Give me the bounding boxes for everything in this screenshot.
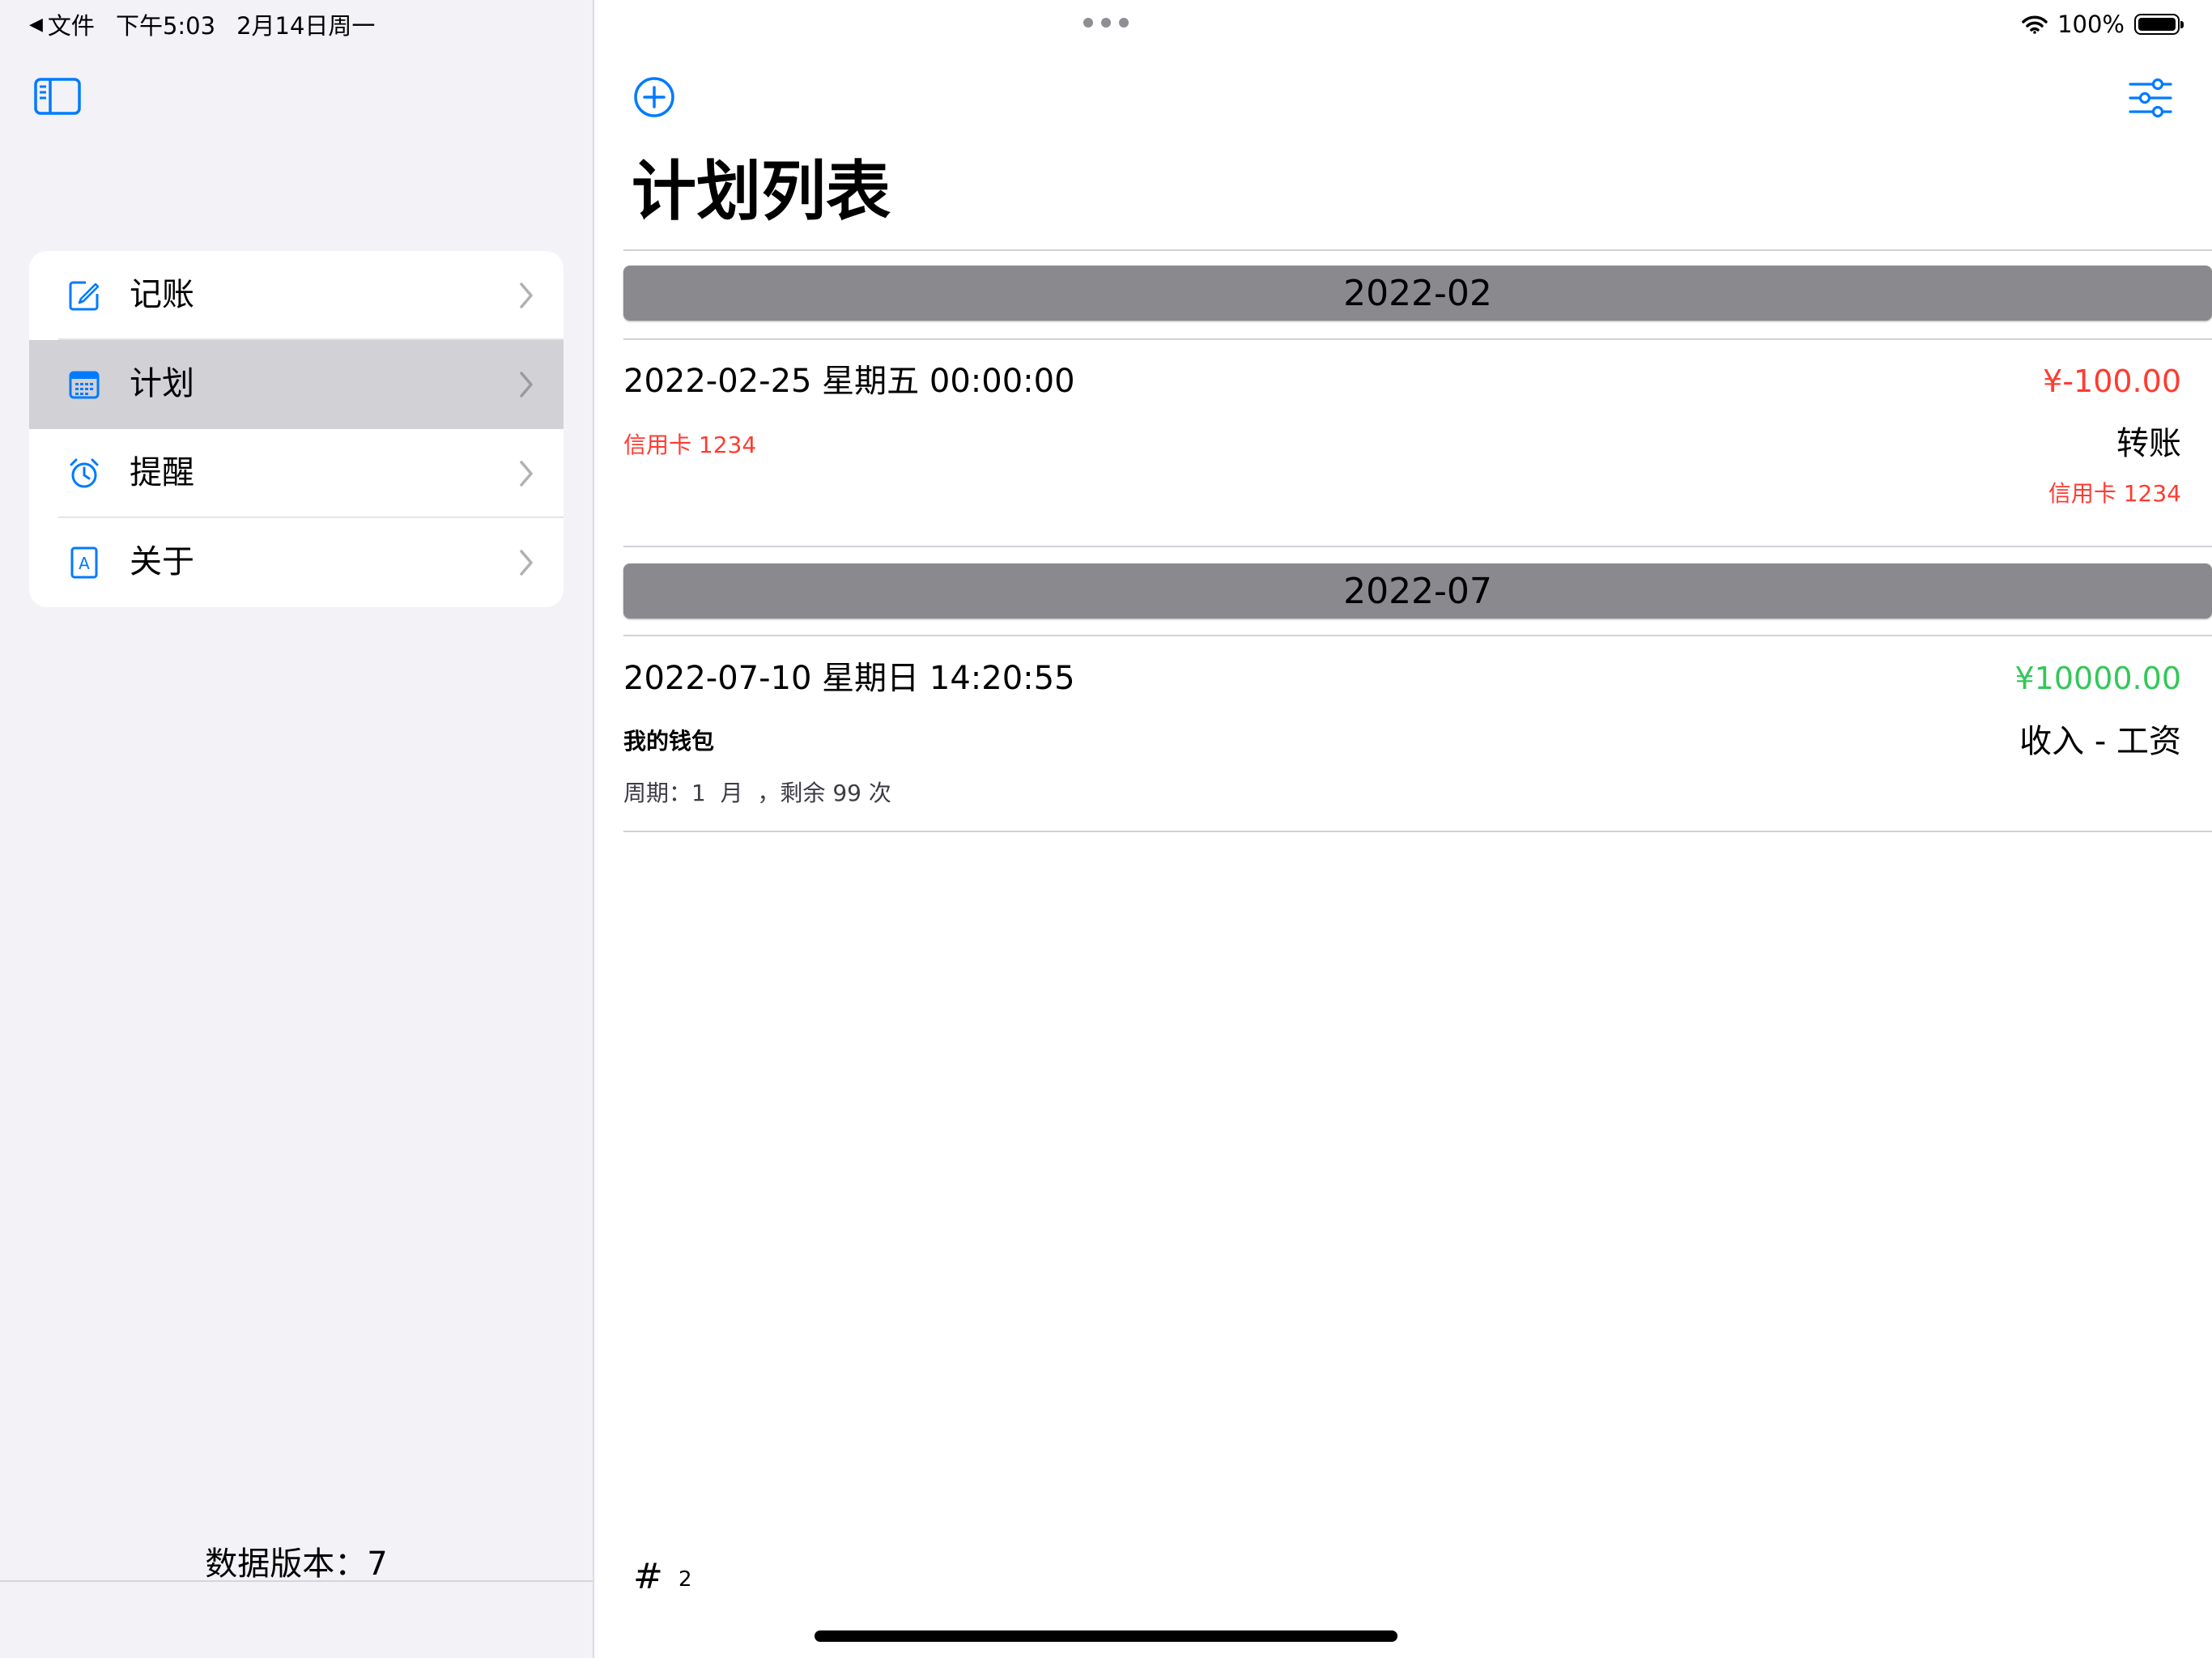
plan-account: 信用卡 1234 [623,432,757,458]
divider [623,635,2212,636]
sidebar-item-plan[interactable]: 计划 [29,340,564,429]
sidebar: ◀ 文件 下午5:03 2月14日周一 记账 计划 提醒 A 关于 数据版本：7 [0,0,594,1658]
sidebar-item-label: 提醒 [130,454,194,491]
sidebar-item-bookkeeping[interactable]: 记账 [29,251,564,340]
page-title: 计划列表 [632,154,891,229]
section-header: 2022-07 [623,563,2212,619]
battery-icon [2134,14,2184,35]
add-plan-button[interactable] [633,76,675,118]
plan-period: 周期：1 月 ，剩余 99 次 [623,780,891,806]
alarm-icon [70,458,99,488]
home-indicator[interactable] [815,1630,1397,1642]
divider [0,1580,593,1582]
sidebar-menu: 记账 计划 提醒 A 关于 [29,251,564,607]
about-icon: A [70,546,98,579]
edit-icon [69,281,100,311]
wifi-icon [2022,15,2048,34]
back-to-files-link[interactable]: 文件 [48,7,95,41]
back-arrow-icon[interactable]: ◀ [29,15,43,35]
section-header: 2022-02 [623,266,2212,321]
multitasking-dots-icon[interactable] [1083,18,1129,28]
count-symbol: # [633,1556,663,1597]
chevron-right-icon [520,461,533,487]
plan-category: 转账 [2116,425,2181,462]
status-bar-left: ◀ 文件 下午5:03 2月14日周一 [29,8,375,40]
divider [623,338,2212,340]
sidebar-item-about[interactable]: A 关于 [29,518,564,607]
sidebar-item-reminder[interactable]: 提醒 [29,429,564,518]
divider [623,831,2212,832]
plan-amount: ¥-100.00 [2043,363,2181,399]
filter-sliders-icon[interactable] [2128,78,2173,118]
battery-percent: 100% [2057,11,2125,38]
plan-datetime: 2022-02-25 星期五 00:00:00 [623,363,1075,400]
status-date: 2月14日周一 [236,12,376,40]
sidebar-toggle-icon[interactable] [34,78,81,115]
status-time: 下午5:03 [115,12,216,40]
sidebar-item-label: 记账 [130,276,194,313]
status-bar-right: 100% [2022,6,2184,42]
plan-account: 我的钱包 [623,728,715,755]
sidebar-item-label: 关于 [130,543,194,580]
plan-datetime: 2022-07-10 星期日 14:20:55 [623,660,1075,697]
divider [623,546,2212,547]
plan-category: 收入 - 工资 [2019,723,2181,760]
calendar-icon [69,371,100,399]
chevron-right-icon [520,372,533,397]
main-content: 100% 计划列表 2022-02 2022-02-25 星期五 00:00:0… [594,0,2212,1658]
svg-text:A: A [79,554,90,573]
sidebar-item-label: 计划 [130,365,194,402]
chevron-right-icon [520,283,533,308]
plan-count: 2 [678,1567,692,1592]
chevron-right-icon [520,550,533,576]
plan-amount: ¥10000.00 [2014,661,2182,696]
divider [623,249,2212,251]
plan-target-account: 信用卡 1234 [2048,480,2181,507]
